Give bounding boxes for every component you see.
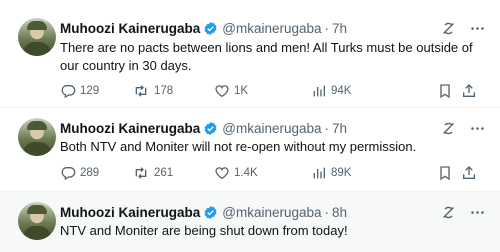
share-button[interactable] <box>461 165 485 181</box>
views-count: 89K <box>331 167 352 179</box>
bookmark-button[interactable] <box>437 83 461 99</box>
verified-badge-icon <box>204 121 217 135</box>
grok-icon[interactable] <box>440 204 457 221</box>
timestamp[interactable]: 7h <box>332 21 347 36</box>
tweet-top-actions <box>440 18 486 38</box>
reply-button[interactable]: 289 <box>60 165 132 181</box>
reply-count: 129 <box>80 85 100 97</box>
tweet-1[interactable]: Muhoozi Kainerugaba @mkainerugaba · 7h T… <box>0 0 500 108</box>
tweet-3[interactable]: Muhoozi Kainerugaba @mkainerugaba · 8h N… <box>0 192 500 252</box>
retweet-count: 178 <box>154 85 174 97</box>
bookmark-icon <box>440 166 450 181</box>
share-icon <box>463 166 475 179</box>
separator: · <box>324 20 330 36</box>
retweet-button[interactable]: 261 <box>132 165 214 181</box>
views-icon <box>313 167 325 179</box>
author-handle[interactable]: @mkainerugaba <box>222 121 321 136</box>
retweet-button[interactable]: 178 <box>132 83 214 99</box>
bookmark-button[interactable] <box>437 165 461 181</box>
share-button[interactable] <box>461 83 485 99</box>
reply-icon <box>61 167 76 181</box>
separator: · <box>324 120 330 136</box>
more-icon[interactable] <box>469 120 486 137</box>
tweet-top-actions <box>440 118 486 138</box>
like-icon <box>215 85 229 98</box>
more-icon[interactable] <box>469 204 486 221</box>
author-name[interactable]: Muhoozi Kainerugaba <box>60 21 200 36</box>
verified-badge-icon <box>204 21 217 35</box>
reply-icon <box>61 85 76 99</box>
tweet-header: Muhoozi Kainerugaba @mkainerugaba · 7h <box>60 18 347 38</box>
retweet-icon <box>135 85 147 97</box>
share-icon <box>463 84 475 97</box>
tweet-header: Muhoozi Kainerugaba @mkainerugaba · 7h <box>60 118 347 138</box>
bookmark-icon <box>440 84 450 99</box>
views-button[interactable]: 89K <box>311 165 437 181</box>
reply-count: 289 <box>80 167 100 179</box>
views-count: 94K <box>331 85 352 97</box>
tweet-2[interactable]: Muhoozi Kainerugaba @mkainerugaba · 7h B… <box>0 108 500 192</box>
like-icon <box>215 167 229 180</box>
avatar[interactable] <box>18 118 56 156</box>
avatar[interactable] <box>18 202 56 240</box>
like-count: 1.4K <box>234 167 258 179</box>
like-button[interactable]: 1K <box>214 83 311 99</box>
views-button[interactable]: 94K <box>311 83 437 99</box>
tweet-text: NTV and Moniter are being shut down from… <box>60 223 348 238</box>
author-name[interactable]: Muhoozi Kainerugaba <box>60 205 200 220</box>
author-handle[interactable]: @mkainerugaba <box>222 205 321 220</box>
verified-badge-icon <box>204 205 217 219</box>
views-icon <box>313 85 325 97</box>
tweet-actions: 289 261 1.4K 89K <box>60 164 490 182</box>
like-count: 1K <box>234 85 249 97</box>
tweet-text: Both NTV and Moniter will not re-open wi… <box>60 139 417 154</box>
retweet-count: 261 <box>154 167 174 179</box>
tweet-text: There are no pacts between lions and men… <box>60 40 473 73</box>
like-button[interactable]: 1.4K <box>214 165 311 181</box>
grok-icon[interactable] <box>440 20 457 37</box>
avatar[interactable] <box>18 18 56 56</box>
grok-icon[interactable] <box>440 120 457 137</box>
reply-button[interactable]: 129 <box>60 83 132 99</box>
author-handle[interactable]: @mkainerugaba <box>222 21 321 36</box>
tweet-actions: 129 178 1K 94K <box>60 82 490 100</box>
more-icon[interactable] <box>469 20 486 37</box>
timestamp[interactable]: 8h <box>332 205 347 220</box>
tweet-top-actions <box>440 202 486 222</box>
tweet-header: Muhoozi Kainerugaba @mkainerugaba · 8h <box>60 202 347 222</box>
separator: · <box>324 204 330 220</box>
author-name[interactable]: Muhoozi Kainerugaba <box>60 121 200 136</box>
retweet-icon <box>135 167 147 179</box>
timestamp[interactable]: 7h <box>332 121 347 136</box>
